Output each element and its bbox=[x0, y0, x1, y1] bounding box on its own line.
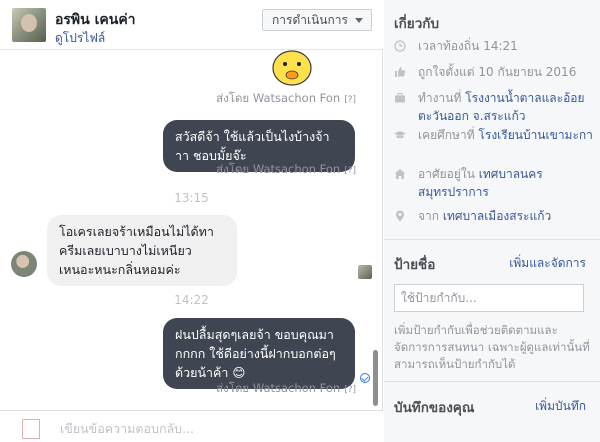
help-icon[interactable]: [?] bbox=[344, 385, 356, 395]
add-note-link[interactable]: เพิ่มบันทึก bbox=[535, 397, 586, 416]
tags-title: ป้ายชื่อ bbox=[394, 257, 436, 273]
work-text: ทำงานที่ โรงงานน้ำตาลและอ้อยตะวันออก จ.ส… bbox=[418, 89, 594, 125]
location-pin-icon bbox=[396, 210, 404, 222]
actions-dropdown[interactable]: การดำเนินการ bbox=[262, 9, 372, 31]
school-link[interactable]: โรงเรียนบ้านเขามะกา bbox=[478, 128, 593, 142]
sent-by-text: ส่งโดย Watsachon Fon bbox=[216, 91, 341, 105]
view-profile-link[interactable]: ดูโปรไฟล์ bbox=[55, 29, 105, 48]
liked-since-text: ถูกใจตั้งแต่ 10 กันยายน 2016 bbox=[418, 65, 577, 79]
seen-by-avatar bbox=[358, 265, 372, 279]
page-logo bbox=[22, 419, 40, 439]
conversation-header: อรพิน เคนค่า ดูโปรไฟล์ การดำเนินการ bbox=[0, 0, 383, 50]
divider bbox=[384, 239, 600, 240]
thumbs-up-icon bbox=[395, 67, 406, 77]
hometown-link[interactable]: เทศบาลเมืองสระแก้ว bbox=[443, 209, 551, 223]
reply-input[interactable] bbox=[60, 418, 310, 438]
tags-description: เพิ่มป้ายกำกับเพื่อช่วยติดตามและจัดการกา… bbox=[394, 323, 590, 371]
outgoing-message[interactable]: ฝนปลื้มสุดๆเลยจ้า ขอบคุณมากกกก ใช้ดีอย่า… bbox=[163, 318, 355, 389]
conversation-panel: อรพิน เคนค่า ดูโปรไฟล์ การดำเนินการ ส่งโ… bbox=[0, 0, 577, 442]
chevron-down-icon bbox=[355, 18, 363, 23]
chick-sticker bbox=[272, 50, 312, 86]
clock-icon bbox=[394, 40, 406, 52]
scrollbar-thumb[interactable] bbox=[373, 350, 378, 406]
messenger-window: อรพิน เคนค่า ดูโปรไฟล์ การดำเนินการ ส่งโ… bbox=[0, 0, 600, 442]
sender-avatar[interactable] bbox=[11, 251, 37, 277]
divider bbox=[384, 381, 600, 382]
reply-composer bbox=[0, 410, 577, 442]
message-timestamp: 14:22 bbox=[174, 293, 209, 307]
education-prefix: เคยศึกษาที่ bbox=[418, 128, 479, 142]
delivered-check-icon bbox=[360, 373, 370, 383]
briefcase-icon bbox=[395, 93, 405, 103]
message-list[interactable]: ส่งโดย Watsachon Fon [?] สวัสดีจ้า ใช้แล้… bbox=[0, 50, 383, 410]
education-text: เคยศึกษาที่ โรงเรียนบ้านเขามะกา bbox=[418, 126, 594, 144]
incoming-message[interactable]: โอเครเลยจร้าเหมือนไม่ได้ทาครีมเลยเบาบางไ… bbox=[47, 215, 237, 286]
message-timestamp: 13:15 bbox=[174, 191, 209, 205]
message-text: โอเครเลยจร้าเหมือนไม่ได้ทาครีมเลยเบาบางไ… bbox=[59, 224, 214, 277]
manage-tags-link[interactable]: เพิ่มและจัดการ bbox=[509, 254, 586, 273]
sent-by-label: ส่งโดย Watsachon Fon [?] bbox=[0, 90, 356, 108]
contact-avatar[interactable] bbox=[12, 8, 46, 42]
work-prefix: ทำงานที่ bbox=[418, 91, 466, 105]
sent-by-text: ส่งโดย Watsachon Fon bbox=[216, 162, 341, 176]
contact-name[interactable]: อรพิน เคนค่า bbox=[55, 9, 136, 31]
sent-by-label: ส่งโดย Watsachon Fon [?] bbox=[0, 380, 356, 398]
sent-by-text: ส่งโดย Watsachon Fon bbox=[216, 381, 341, 395]
message-text: ฝนปลื้มสุดๆเลยจ้า ขอบคุณมากกกก ใช้ดีอย่า… bbox=[175, 327, 336, 380]
sent-by-label: ส่งโดย Watsachon Fon [?] bbox=[0, 161, 356, 179]
hometown-text: จาก เทศบาลเมืองสระแก้ว bbox=[418, 207, 594, 225]
help-icon[interactable]: [?] bbox=[344, 166, 356, 176]
actions-label: การดำเนินการ bbox=[272, 13, 348, 27]
home-icon bbox=[394, 169, 406, 179]
hometown-prefix: จาก bbox=[418, 209, 443, 223]
graduation-cap-icon bbox=[394, 131, 406, 139]
notes-title: บันทึกของคุณ bbox=[394, 400, 475, 416]
message-text: สวัสดีจ้า ใช้แล้วเป็นไงบ้างจ้าาา ชอบมั้ย… bbox=[175, 129, 330, 163]
lives-prefix: อาศัยอยู่ใน bbox=[418, 167, 479, 181]
info-sidebar: เกี่ยวกับ เวลาท้องถิ่น 14:21 ถูกใจตั้งแต… bbox=[384, 0, 600, 442]
tag-input[interactable] bbox=[394, 284, 584, 312]
help-icon[interactable]: [?] bbox=[344, 95, 356, 105]
local-time-text: เวลาท้องถิ่น 14:21 bbox=[418, 39, 518, 53]
about-title: เกี่ยวกับ bbox=[394, 16, 440, 32]
lives-in-text: อาศัยอยู่ใน เทศบาลนครสมุทรปราการ bbox=[418, 165, 594, 201]
